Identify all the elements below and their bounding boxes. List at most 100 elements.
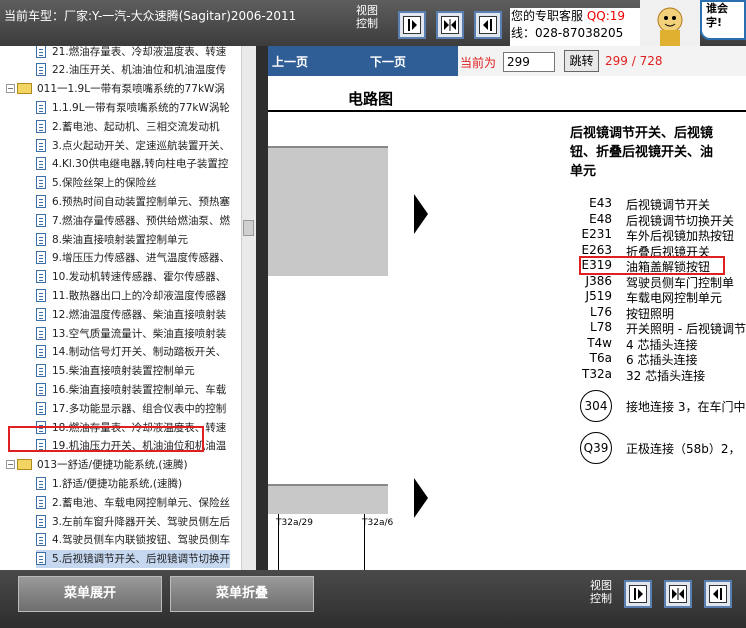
tree-folder[interactable]: − 013一舒适/便捷功能系统,(速腾)	[6, 456, 188, 474]
title-rule	[268, 110, 746, 112]
view-next-button[interactable]	[398, 11, 426, 39]
tree-item[interactable]: 17.多功能显示器、组合仪表中的控制	[36, 399, 226, 417]
tree-item[interactable]: 16.柴油直接喷射装置控制单元、车载	[36, 380, 226, 398]
legend-desc: 车外后视镜加热按钮	[626, 229, 735, 243]
legend-code: J386	[585, 273, 612, 288]
tree-item[interactable]: 22.油压开关、机油油位和机油温度传	[36, 61, 226, 79]
view-control-bottom-line2: 控制	[590, 592, 612, 605]
document-icon	[36, 307, 46, 321]
menu-expand-button[interactable]: 菜单展开	[18, 576, 162, 612]
tree-item[interactable]: 3.左前车窗升降器开关、驾驶员侧左后	[36, 512, 230, 530]
tree-item[interactable]: 9.增压压力传感器、进气温度传感器、	[36, 249, 230, 267]
tree-item[interactable]: 7.燃油存量传感器、预供给燃油泵、燃	[36, 211, 230, 229]
tree-item-label: 1.舒适/便捷功能系统,(速腾)	[52, 477, 183, 490]
legend-desc: 车载电网控制单元	[626, 291, 723, 305]
view-prev-button[interactable]	[474, 11, 502, 39]
component-title-line1: 后视镜调节开关、后视镜	[570, 126, 714, 141]
component-title-line2: 钮、折叠后视镜开关、油	[570, 145, 714, 160]
legend-desc: 开关照明 - 后视镜调节	[626, 322, 746, 336]
tree-item[interactable]: 14.制动信号灯开关、制动踏板开关、	[36, 343, 226, 361]
document-icon	[36, 251, 46, 265]
tree-item[interactable]: 5.保险丝架上的保险丝	[36, 174, 157, 192]
legend-code: T32a	[582, 366, 612, 381]
service-phone: 线：028-87038205	[511, 26, 624, 40]
tree-item-label: 5.保险丝架上的保险丝	[52, 177, 157, 190]
service-text: 您的专职客服	[511, 9, 584, 23]
tree-item-label: 13.空气质量流量计、柴油直接喷射装	[52, 327, 227, 340]
document-icon	[36, 213, 46, 227]
next-page-button[interactable]: 下一页	[370, 53, 406, 70]
document-icon	[36, 176, 46, 190]
tree-folder[interactable]: − 011一1.9L一带有泵喷嘴系统的77kW涡	[6, 80, 225, 98]
document-icon	[36, 232, 46, 246]
jump-button[interactable]: 跳转	[564, 50, 599, 72]
menu-collapse-button[interactable]: 菜单折叠	[170, 576, 314, 612]
scrollbar-thumb[interactable]	[243, 220, 254, 236]
prev-page-button[interactable]: 上一页	[272, 53, 308, 70]
collapse-toggle-icon[interactable]: −	[6, 460, 15, 470]
tree-item[interactable]: 1.1.9L一带有泵喷嘴系统的77kW涡轮	[36, 98, 230, 116]
tree-item[interactable]: 8.柴油直接喷射装置控制单元	[36, 230, 188, 248]
tree-item[interactable]: 3.点火起动开关、定速巡航装置开关、	[36, 136, 230, 154]
tree-item[interactable]: 6.预热时间自动装置控制单元、预热塞	[36, 192, 230, 210]
tree-item[interactable]: 5.后视镜调节开关、后视镜调节切换开	[36, 549, 231, 568]
tree-item-label: 7.燃油存量传感器、预供给燃油泵、燃	[52, 214, 231, 227]
split-view-icon	[441, 16, 459, 34]
vertical-scrollbar[interactable]	[241, 46, 256, 570]
tree-item[interactable]: 15.柴油直接喷射装置控制单元	[36, 362, 195, 380]
document-icon	[36, 270, 46, 284]
tree-item[interactable]: 2.蓄电池、车载电网控制单元、保险丝	[36, 493, 230, 511]
component-title: 后视镜调节开关、后视镜 钮、折叠后视镜开关、油 单元	[570, 124, 713, 181]
legend-desc: 驾驶员侧车门控制单	[626, 275, 735, 290]
tree-item[interactable]: 10.发动机转速传感器、霍尔传感器、	[36, 268, 226, 286]
document-icon	[36, 119, 46, 133]
page-number-input[interactable]: 299	[503, 52, 555, 72]
bottom-view-next-button[interactable]	[624, 580, 652, 608]
tree-item[interactable]: 2.蓄电池、起动机、三相交流发动机	[36, 117, 220, 135]
tree-item[interactable]: 11.散热器出口上的冷却液温度传感器	[36, 286, 226, 304]
document-icon	[36, 194, 46, 208]
connector-block-top	[268, 146, 388, 276]
connector-block-bottom	[268, 484, 388, 514]
bubble-line1: 谁会	[706, 2, 728, 15]
page-nav-bar: 上一页 下一页 当前为 299 跳转 299 / 728	[268, 46, 746, 76]
document-icon	[36, 288, 46, 302]
diagram-title: 电路图	[348, 90, 394, 108]
document-icon	[36, 326, 46, 340]
tree-item-label: 1.1.9L一带有泵喷嘴系统的77kW涡轮	[52, 101, 230, 114]
view-split-button[interactable]	[436, 11, 464, 39]
tree-item[interactable]: 12.燃油温度传感器、柴油直接喷射装	[36, 305, 226, 323]
tree-item-label: 011一1.9L一带有泵喷嘴系统的77kW涡	[37, 83, 225, 96]
pane-separator[interactable]	[256, 46, 268, 570]
tree-item-label: 013一舒适/便捷功能系统,(速腾)	[37, 459, 188, 472]
positive-connection-circle: Q39	[580, 432, 612, 464]
tree-item-label: 3.点火起动开关、定速巡航装置开关、	[52, 139, 231, 152]
collapse-toggle-icon[interactable]: −	[6, 84, 15, 94]
tree-item-label: 10.发动机转速传感器、霍尔传感器、	[52, 271, 227, 284]
arrow-right-icon	[414, 478, 428, 518]
bottom-view-prev-button[interactable]	[704, 580, 732, 608]
document-icon	[36, 100, 46, 114]
view-control-line1: 视图	[356, 4, 378, 17]
bottom-view-split-button[interactable]	[664, 580, 692, 608]
chapter-tree[interactable]: 21.燃油存量表、冷却液温度表、转速 22.油压开关、机油油位和机油温度传 − 011…	[0, 46, 256, 570]
service-qq[interactable]: QQ:19	[587, 9, 625, 23]
tree-item[interactable]: 4.Kl.30供电继电器,转向柱电子装置控	[36, 155, 228, 173]
tree-item-label: 21.燃油存量表、冷却液温度表、转速	[52, 46, 227, 58]
split-view-icon	[669, 585, 687, 603]
tree-item-label: 6.预热时间自动装置控制单元、预热塞	[52, 195, 231, 208]
tree-item[interactable]: 13.空气质量流量计、柴油直接喷射装	[36, 324, 226, 342]
tree-item[interactable]: 4.驾驶员侧车内联锁按钮、驾驶员侧车	[36, 531, 230, 549]
ground-connection-desc: 接地连接 3，在车门中	[626, 400, 746, 414]
tree-item-label: 4.Kl.30供电继电器,转向柱电子装置控	[52, 158, 229, 171]
document-icon	[36, 138, 46, 152]
tree-item[interactable]: 21.燃油存量表、冷却液温度表、转速	[36, 46, 226, 60]
document-icon	[36, 345, 46, 359]
document-icon	[36, 514, 46, 528]
legend-desc: 4 芯插头连接	[626, 337, 698, 352]
highlight-box-folder	[8, 426, 204, 452]
document-icon	[36, 476, 46, 490]
view-control-line2: 控制	[356, 17, 378, 30]
tree-item[interactable]: 1.舒适/便捷功能系统,(速腾)	[36, 474, 182, 492]
tree-item-label: 2.蓄电池、起动机、三相交流发动机	[52, 120, 220, 133]
